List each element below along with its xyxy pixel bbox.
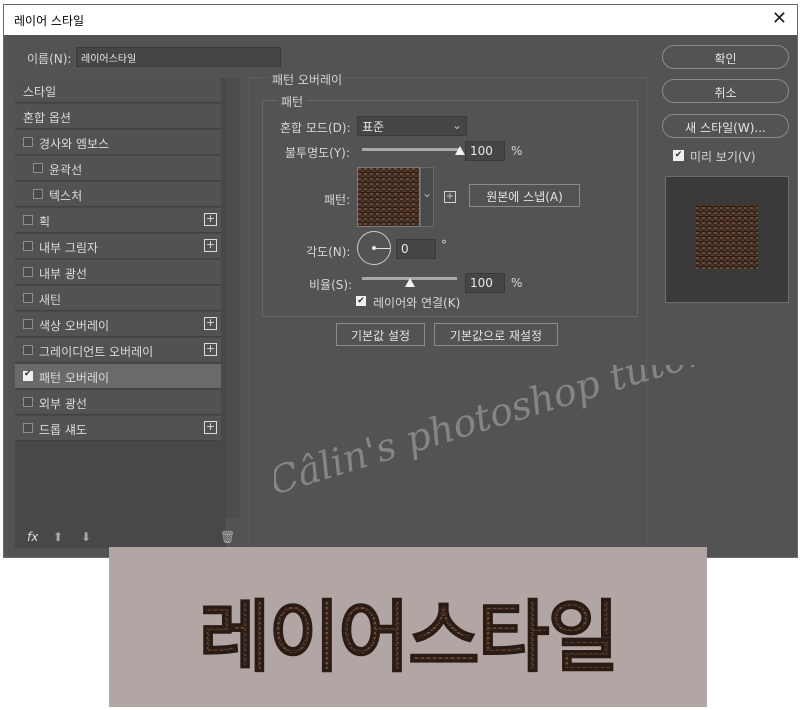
layer-style-dialog: 레이어 스타일 ✕ 이름(N): 레이어스타일 스타일혼합 옵션경사와 엠보스윤… xyxy=(3,4,798,558)
pattern-label: 패턴: xyxy=(324,193,351,207)
scale-slider-thumb[interactable] xyxy=(404,278,415,287)
banner-text: 레이어스타일 xyxy=(199,593,618,683)
blend-mode-value: 표준 xyxy=(362,120,385,134)
pattern-swatch[interactable] xyxy=(357,167,420,227)
angle-dial-center xyxy=(372,246,376,250)
pattern-picker-dropdown[interactable]: ⌄ xyxy=(420,167,434,227)
style-list-item[interactable]: 그레이디언트 오버레이 + xyxy=(15,338,221,363)
name-label: 이름(N): xyxy=(27,52,72,66)
style-checkbox[interactable] xyxy=(23,397,33,407)
style-list: 스타일 혼합 옵션 경사와 엠보스 윤곽선 텍스처 획 + 내부 그림자 + 내부 광선 새틴 색상 … xyxy=(15,78,240,548)
style-checkbox[interactable] xyxy=(23,423,33,433)
style-list-item[interactable]: 경사와 엠보스 xyxy=(15,130,221,155)
style-list-item[interactable]: 윤곽선 xyxy=(15,156,221,181)
scale-unit: % xyxy=(511,276,523,290)
add-effect-icon[interactable]: + xyxy=(204,343,217,356)
style-list-item-label: 윤곽선 xyxy=(49,163,83,177)
style-list-item-label: 드롭 섀도 xyxy=(39,423,87,437)
style-list-item[interactable]: 텍스처 xyxy=(15,182,221,207)
trash-icon[interactable]: 🗑 xyxy=(220,530,235,544)
scale-input[interactable]: 100 xyxy=(465,273,505,293)
style-list-item-label: 스타일 xyxy=(23,85,57,99)
make-default-button[interactable]: 기본값 설정 xyxy=(336,323,425,346)
style-list-item-label: 텍스처 xyxy=(49,189,83,203)
style-checkbox[interactable] xyxy=(23,267,33,277)
opacity-unit: % xyxy=(511,144,523,158)
style-list-item-label: 혼합 옵션 xyxy=(23,111,71,125)
style-checkbox[interactable] xyxy=(23,369,33,381)
style-list-item-label: 내부 그림자 xyxy=(39,241,99,255)
chevron-down-icon: ⌄ xyxy=(451,118,462,132)
style-list-scrollbar[interactable] xyxy=(226,78,240,518)
add-effect-icon[interactable]: + xyxy=(204,421,217,434)
new-preset-icon[interactable]: + xyxy=(444,191,456,203)
style-list-item-label: 외부 광선 xyxy=(39,397,87,411)
window-title: 레이어 스타일 xyxy=(14,14,85,28)
style-list-item-label: 내부 광선 xyxy=(39,267,87,281)
group-title: 패턴 xyxy=(278,93,307,110)
title-bar: 레이어 스타일 ✕ xyxy=(4,5,797,35)
style-list-item[interactable]: 스타일 xyxy=(15,78,221,103)
cancel-button[interactable]: 취소 xyxy=(662,79,789,103)
angle-dial[interactable] xyxy=(357,231,391,265)
opacity-slider[interactable] xyxy=(362,148,460,151)
add-effect-icon[interactable]: + xyxy=(204,317,217,330)
result-banner: 레이어스타일 xyxy=(109,547,707,707)
style-list-item-label: 색상 오버레이 xyxy=(39,319,110,333)
style-list-item-label: 경사와 엠보스 xyxy=(39,137,110,151)
style-checkbox[interactable] xyxy=(23,241,33,251)
style-list-item[interactable]: 혼합 옵션 xyxy=(15,104,221,129)
link-with-layer-label: 레이어와 연결(K) xyxy=(373,296,461,310)
blend-mode-select[interactable]: 표준 ⌄ xyxy=(357,116,467,136)
style-checkbox[interactable] xyxy=(33,189,43,199)
opacity-input[interactable]: 100 xyxy=(465,141,505,161)
add-effect-icon[interactable]: + xyxy=(204,239,217,252)
style-list-item-label: 패턴 오버레이 xyxy=(39,371,110,385)
style-checkbox[interactable] xyxy=(33,163,43,173)
opacity-label: 불투명도(Y): xyxy=(285,146,350,160)
banner-artwork: 레이어스타일 xyxy=(198,593,620,684)
section-title: 패턴 오버레이 xyxy=(269,71,346,88)
style-list-item[interactable]: 내부 그림자 + xyxy=(15,234,221,259)
blend-mode-label: 혼합 모드(D): xyxy=(280,121,351,135)
angle-label: 각도(N): xyxy=(306,245,351,259)
add-effect-icon[interactable]: + xyxy=(204,213,217,226)
angle-input[interactable]: 0 xyxy=(396,239,436,259)
close-icon[interactable]: ✕ xyxy=(772,8,787,29)
up-arrow-icon[interactable]: ⬆ xyxy=(53,530,63,544)
reset-to-default-button[interactable]: 기본값으로 재설정 xyxy=(434,323,558,346)
style-list-item[interactable]: 획 + xyxy=(15,208,221,233)
snap-to-origin-button[interactable]: 원본에 스냅(A) xyxy=(469,184,580,207)
style-list-item-label: 획 xyxy=(39,215,51,229)
style-checkbox[interactable] xyxy=(23,293,33,303)
style-preview xyxy=(665,176,789,303)
preview-label: 미리 보기(V) xyxy=(690,150,756,164)
link-with-layer-checkbox[interactable]: ✔ xyxy=(356,296,366,306)
angle-dial-indicator xyxy=(374,248,390,249)
style-list-item[interactable]: 드롭 섀도 + xyxy=(15,416,221,441)
ok-button[interactable]: 확인 xyxy=(662,45,789,69)
new-style-button[interactable]: 새 스타일(W)... xyxy=(662,114,789,138)
style-checkbox[interactable] xyxy=(23,215,33,225)
style-list-item[interactable]: 패턴 오버레이 xyxy=(15,364,221,389)
style-list-item[interactable]: 새틴 xyxy=(15,286,221,311)
style-list-item-label: 새틴 xyxy=(39,293,62,307)
fx-icon[interactable]: fx xyxy=(27,530,38,544)
opacity-slider-thumb[interactable] xyxy=(455,146,465,155)
scale-label: 비율(S): xyxy=(309,278,353,292)
style-list-item-label: 그레이디언트 오버레이 xyxy=(39,345,154,359)
name-field[interactable]: 레이어스타일 xyxy=(76,47,281,67)
style-checkbox[interactable] xyxy=(23,319,33,329)
down-arrow-icon[interactable]: ⬇ xyxy=(81,530,91,544)
style-list-item[interactable]: 색상 오버레이 + xyxy=(15,312,221,337)
style-checkbox[interactable] xyxy=(23,137,33,147)
style-list-item[interactable]: 외부 광선 xyxy=(15,390,221,415)
style-checkbox[interactable] xyxy=(23,345,33,355)
preview-thumbnail xyxy=(696,205,758,269)
preview-checkbox[interactable]: ✔ xyxy=(673,150,684,161)
angle-unit: ° xyxy=(441,238,447,252)
style-list-item[interactable]: 내부 광선 xyxy=(15,260,221,285)
